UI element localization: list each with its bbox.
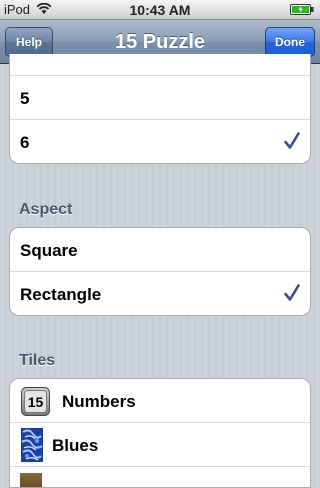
battery-icon: [290, 4, 314, 15]
page-title: 15 Puzzle: [114, 31, 206, 53]
aspect-options-group: Square Rectangle: [9, 227, 311, 316]
size-option-5[interactable]: 5: [10, 76, 310, 120]
size-row-cutoff[interactable]: [10, 54, 310, 76]
checkmark-icon: [284, 132, 300, 149]
size-option-label: 5: [20, 89, 30, 108]
tile-option-label: Blues: [52, 436, 99, 455]
help-button[interactable]: Help: [5, 27, 53, 57]
tile-option-label: Numbers: [62, 392, 136, 411]
numbers-tile-text: 15: [28, 394, 44, 410]
aspect-section-header: Aspect: [19, 201, 73, 218]
status-bar: iPod 10:43 AM: [0, 0, 320, 20]
tiles-section-header: Tiles: [19, 352, 56, 369]
numbers-tile-icon: 15: [21, 387, 50, 416]
partial-image-icon: [20, 473, 42, 487]
tile-option-numbers[interactable]: 15 Numbers: [10, 379, 310, 423]
tile-option-blues[interactable]: Blues: [10, 423, 310, 467]
size-options-group: 5 6: [9, 54, 311, 164]
aspect-option-square[interactable]: Square: [10, 228, 310, 272]
size-option-label: 6: [20, 133, 30, 152]
aspect-option-label: Square: [20, 241, 78, 260]
size-option-6[interactable]: 6: [10, 120, 310, 163]
checkmark-icon: [284, 284, 300, 301]
clock: 10:43 AM: [129, 2, 191, 18]
aspect-option-label: Rectangle: [20, 285, 102, 304]
done-button[interactable]: Done: [265, 27, 315, 57]
tiles-options-group: 15 Numbers Blues: [9, 378, 311, 488]
blues-image-icon: [21, 428, 43, 462]
aspect-option-rectangle[interactable]: Rectangle: [10, 272, 310, 315]
tile-option-cutoff[interactable]: [10, 467, 310, 487]
